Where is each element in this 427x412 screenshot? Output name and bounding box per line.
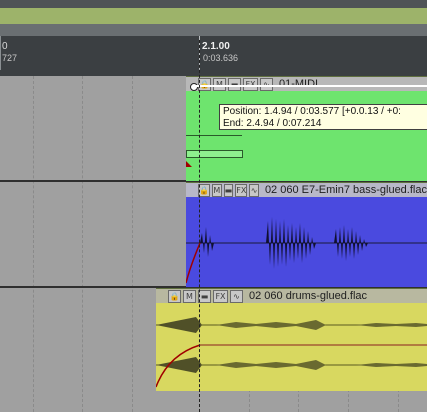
drums-waveform (156, 317, 427, 388)
comment-icon[interactable]: ▬ (228, 77, 241, 91)
midi-note-line (186, 135, 242, 136)
wave-burst (216, 320, 326, 330)
bass-item[interactable]: 🔒 M ▬ FX ∿ 02 060 E7-Emin7 bass-glued.fl… (186, 182, 427, 287)
fx-button[interactable]: FX (243, 77, 258, 91)
bass-item-title: 02 060 E7-Emin7 bass-glued.flac (264, 184, 427, 196)
wave-burst (334, 225, 368, 261)
comment-icon[interactable]: ▬ (223, 183, 234, 197)
midi-icon[interactable]: M (213, 77, 226, 91)
top-toolbar-strip (0, 0, 427, 8)
tooltip-position: Position: 1.4.94 / 0:03.577 [+0.0.13 / +… (223, 106, 401, 117)
midi-top-line (196, 85, 427, 87)
envelope-icon[interactable]: ∿ (249, 183, 259, 197)
edit-cursor[interactable] (199, 40, 201, 412)
ruler-left-label: 0 (2, 41, 8, 52)
ruler-left-time: 727 (2, 53, 18, 63)
bass-waveform (186, 217, 427, 284)
tooltip-end: End: 2.4.94 / 0:07.214 (223, 118, 322, 129)
fx-button[interactable]: FX (213, 289, 228, 303)
wave-burst (356, 363, 427, 367)
wave-burst (156, 317, 202, 333)
drums-item-title: 02 060 drums-glued.flac (249, 290, 368, 302)
wave-burst (266, 217, 316, 269)
midi-icon[interactable]: M (211, 183, 222, 197)
grid-line (33, 76, 35, 412)
lock-icon[interactable]: 🔒 (168, 289, 181, 303)
midi-item-title: 01-MIDI (279, 78, 319, 90)
midi-note[interactable] (186, 150, 243, 158)
grid-line (132, 76, 134, 412)
wave-burst (216, 360, 326, 370)
fade-in-curve (186, 242, 201, 284)
fade-handle[interactable] (186, 161, 192, 167)
drums-item-header[interactable]: 🔒 M ▬ FX ∿ 02 060 drums-glued.flac (156, 289, 427, 303)
envelope-icon[interactable]: ∿ (230, 289, 243, 303)
ruler-marker-label: 2.1.00 (202, 41, 230, 52)
bass-item-header[interactable]: 🔒 M ▬ FX ∿ 02 060 E7-Emin7 bass-glued.fl… (186, 183, 427, 197)
envelope-icon[interactable]: ∿ (260, 77, 273, 91)
drums-item[interactable]: 🔒 M ▬ FX ∿ 02 060 drums-glued.flac (156, 288, 427, 391)
timeline-selection-bar[interactable] (0, 8, 427, 24)
midi-icon[interactable]: M (183, 289, 196, 303)
grid-line (82, 76, 84, 412)
fx-button[interactable]: FX (235, 183, 248, 197)
ruler-marker-time: 0:03.636 (203, 53, 239, 63)
ruler-tick (0, 36, 1, 70)
timeline-ruler[interactable]: 0 727 2.1.00 0:03.636 (0, 36, 427, 76)
position-tooltip: Position: 1.4.94 / 0:03.577 [+0.0.13 / +… (219, 104, 427, 130)
midi-item-header[interactable]: 🔒 M ▬ FX ∿ 01-MIDI (186, 77, 427, 91)
wave-burst (356, 323, 427, 327)
wave-burst (200, 227, 214, 257)
ruler-separator (0, 24, 427, 36)
wave-burst (156, 357, 202, 373)
